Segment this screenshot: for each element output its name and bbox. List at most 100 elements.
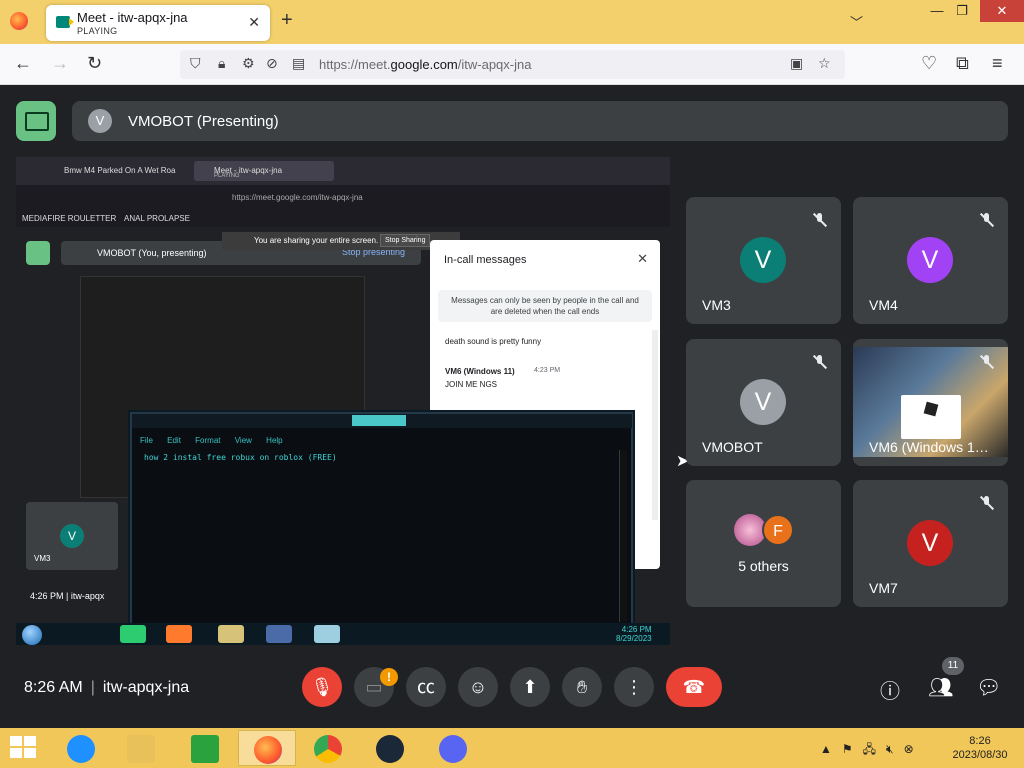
- tracking-blocked-icon[interactable]: ⊘: [266, 55, 278, 72]
- new-tab-icon[interactable]: +: [281, 9, 293, 32]
- bookmark-2: ANAL PROLAPSE: [124, 214, 190, 223]
- meet-icon: [56, 16, 74, 28]
- clock-date: 2023/08/30: [952, 749, 1008, 761]
- close-tab-icon[interactable]: ✕: [248, 14, 260, 31]
- raise-hand-button[interactable]: ✋︎: [562, 667, 602, 707]
- participant-tile[interactable]: VM6 (Windows 1…: [853, 339, 1008, 466]
- participant-name: VM3: [34, 554, 51, 563]
- leave-call-button[interactable]: ☎: [666, 667, 722, 707]
- reload-icon[interactable]: ↻: [87, 53, 102, 74]
- participant-tile[interactable]: V VM4: [853, 197, 1008, 324]
- lock-icon[interactable]: 🔒︎: [218, 55, 225, 72]
- presenter-name: VMOBOT (Presenting): [128, 113, 279, 130]
- url-text[interactable]: https://meet.google.com/itw-apqx-jna: [319, 57, 531, 72]
- people-button[interactable]: 👥︎: [928, 675, 953, 700]
- chrome-icon[interactable]: [299, 730, 357, 766]
- chat-button[interactable]: 💬︎: [976, 675, 1001, 700]
- extensions-icon[interactable]: ⧉: [956, 53, 969, 74]
- menu-icon[interactable]: ≡: [992, 53, 1003, 74]
- shared-screen: Bmw M4 Parked On A Wet Roa Meet - itw-ap…: [16, 157, 670, 645]
- participant-name: VM3: [702, 297, 731, 313]
- mic-off-icon: [980, 496, 994, 510]
- shared-clock: 4:26 PM 8/29/2023: [616, 625, 652, 643]
- avatar: F: [762, 514, 794, 546]
- mic-off-icon: [813, 355, 827, 369]
- presentation-layout-button[interactable]: [16, 101, 56, 141]
- window-icon: [266, 625, 292, 643]
- close-icon: ✕: [637, 251, 648, 266]
- network-icon[interactable]: 🖧: [863, 742, 876, 756]
- browser-tab[interactable]: Meet - itw-apqx-jna PLAYING ✕: [46, 5, 270, 41]
- captions-button[interactable]: ㏄: [406, 667, 446, 707]
- tray-up-arrow-icon[interactable]: ▲: [820, 742, 832, 756]
- chevron-down-icon[interactable]: ﹀: [850, 12, 863, 31]
- file-explorer-icon[interactable]: [112, 730, 170, 766]
- participant-tile[interactable]: V VM3: [686, 197, 841, 324]
- avatar: V: [88, 109, 112, 133]
- chat-app-icon: [120, 625, 146, 643]
- shared-present-icon: [26, 241, 50, 265]
- stop-sharing-button: Stop Sharing: [380, 234, 431, 247]
- info-button[interactable]: ⓘ: [880, 675, 900, 704]
- permissions-icon[interactable]: ⚙: [242, 55, 255, 72]
- more-options-button[interactable]: ⋮: [614, 667, 654, 707]
- avatar: V: [907, 237, 953, 283]
- flag-icon[interactable]: ⚑: [842, 742, 853, 756]
- avatar: V: [60, 524, 84, 548]
- avatar: V: [907, 520, 953, 566]
- screen-share-icon[interactable]: ▣: [790, 55, 803, 72]
- sharing-notification-bar: You are sharing your entire screen. Stop…: [222, 232, 460, 250]
- forward-icon[interactable]: →: [51, 53, 69, 74]
- others-tile[interactable]: F 5 others: [686, 480, 841, 607]
- menu-help: Help: [266, 436, 283, 445]
- notepad-titlebar: [132, 414, 632, 428]
- mic-off-button[interactable]: 🎙︎: [302, 667, 342, 707]
- back-icon[interactable]: ←: [14, 53, 32, 74]
- store-icon[interactable]: [176, 730, 234, 766]
- participant-tile[interactable]: V VM7: [853, 480, 1008, 607]
- firefox-icon[interactable]: [10, 12, 28, 30]
- shield-icon[interactable]: ⛉: [190, 55, 201, 72]
- meeting-time-code: 8:26 AM | itw-apqx-jna: [24, 679, 189, 697]
- chat-note: Messages can only be seen by people in t…: [438, 290, 652, 322]
- emoji-button[interactable]: ☺: [458, 667, 498, 707]
- firefox-icon: [166, 625, 192, 643]
- system-tray: ▲ ⚑ 🖧 🔇︎ ⊗: [820, 740, 924, 761]
- volume-muted-icon[interactable]: 🔇︎: [886, 742, 894, 756]
- url-bar[interactable]: ⛉ 🔒︎ ⚙ ⊘ ▤ https://meet.google.com/itw-a…: [180, 50, 845, 79]
- shared-clock-time: 4:26 PM: [621, 625, 652, 634]
- sharing-text: You are sharing your entire screen.: [254, 236, 379, 245]
- maximize-icon[interactable]: ❐: [946, 0, 978, 22]
- shared-tab-2: Meet - itw-apqx-jna PLAYING: [194, 161, 334, 181]
- page-info-icon[interactable]: ▤: [292, 55, 305, 72]
- roblox-dialog: [901, 395, 961, 439]
- notepad-icon: [314, 625, 340, 643]
- internet-explorer-icon[interactable]: [52, 730, 110, 766]
- chat-time: 4:23 PM: [534, 367, 561, 374]
- chat-title: In-call messages: [444, 254, 527, 266]
- discord-icon[interactable]: [424, 730, 482, 766]
- shared-url: https://meet.google.com/itw-apqx-jna: [232, 193, 363, 202]
- windows-taskbar: ▲ ⚑ 🖧 🔇︎ ⊗ 8:26 2023/08/30: [0, 728, 1024, 768]
- participant-name: VMOBOT: [702, 439, 763, 455]
- participant-tile[interactable]: V VMOBOT: [686, 339, 841, 466]
- taskbar-clock[interactable]: 8:26 2023/08/30: [945, 734, 1015, 762]
- close-window-icon[interactable]: ✕: [980, 0, 1024, 22]
- mic-off-icon: [813, 213, 827, 227]
- people-count-badge: 11: [942, 657, 964, 675]
- tab-title: Meet - itw-apqx-jna: [77, 10, 188, 25]
- start-button[interactable]: [10, 736, 38, 760]
- avatar: V: [740, 379, 786, 425]
- steam-icon[interactable]: [361, 730, 419, 766]
- menu-file: File: [140, 436, 153, 445]
- bookmark-1: MEDIAFIRE ROULETTER: [22, 214, 117, 223]
- shared-banner-text: VMOBOT (You, presenting): [97, 248, 207, 258]
- close-icon[interactable]: ⊗: [904, 742, 914, 756]
- pocket-icon[interactable]: ♡: [921, 53, 937, 74]
- browser-tab-bar: Meet - itw-apqx-jna PLAYING ✕ + ﹀ — ❐ ✕: [0, 0, 1024, 44]
- firefox-taskbar-icon[interactable]: [238, 730, 296, 766]
- present-screen-button[interactable]: ⬆: [510, 667, 550, 707]
- bookmark-star-icon[interactable]: ☆: [818, 55, 831, 72]
- folder-icon: [218, 625, 244, 643]
- notepad-window: File Edit Format View Help how 2 instal …: [130, 412, 633, 630]
